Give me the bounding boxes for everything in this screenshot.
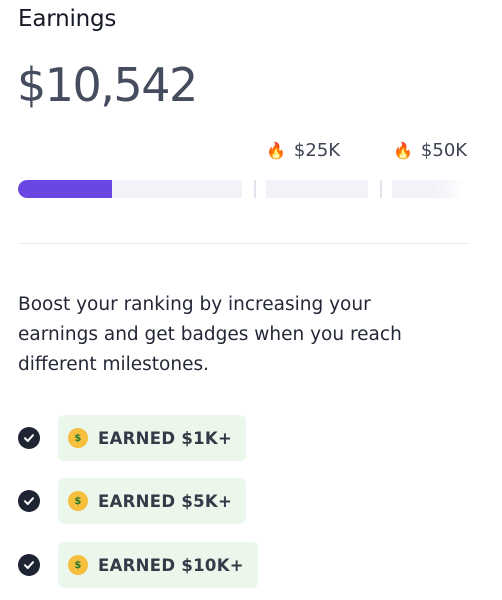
milestone-tick — [380, 180, 382, 198]
progress-fill — [18, 180, 113, 198]
badge-earned-10k: $ EARNED $10K+ — [58, 542, 258, 588]
badge-label: EARNED $10K+ — [98, 555, 244, 575]
milestone-tick — [254, 180, 256, 198]
badge-row: $ EARNED $5K+ — [18, 478, 247, 524]
badge-row: $ EARNED $1K+ — [18, 415, 247, 461]
earnings-progress-bar — [18, 180, 464, 198]
milestone-label: $25K — [293, 140, 341, 161]
progress-segment-1 — [18, 180, 242, 198]
money-mouth-face-icon: $ — [68, 491, 88, 511]
milestone-25k: 🔥 $25K — [266, 140, 340, 161]
fire-icon: 🔥 — [393, 140, 413, 160]
money-mouth-face-icon: $ — [68, 555, 88, 575]
badge-row: $ EARNED $10K+ — [18, 542, 258, 588]
earnings-amount: $10,542 — [17, 58, 198, 112]
badge-earned-1k: $ EARNED $1K+ — [58, 415, 247, 461]
check-circle-icon — [18, 490, 40, 512]
check-circle-icon — [18, 427, 40, 449]
badge-earned-5k: $ EARNED $5K+ — [58, 478, 247, 524]
milestone-50k: 🔥 $50K — [393, 140, 467, 161]
milestone-label: $50K — [420, 140, 468, 161]
badge-label: EARNED $5K+ — [98, 491, 233, 511]
check-circle-icon — [18, 554, 40, 576]
badge-label: EARNED $1K+ — [98, 428, 233, 448]
money-mouth-face-icon: $ — [68, 428, 88, 448]
progress-segment-2 — [266, 180, 368, 198]
fire-icon: 🔥 — [266, 140, 286, 160]
description-text: Boost your ranking by increasing your ea… — [18, 294, 402, 375]
earnings-title: Earnings — [18, 6, 117, 32]
divider — [18, 243, 470, 244]
progress-segment-3 — [392, 180, 464, 198]
